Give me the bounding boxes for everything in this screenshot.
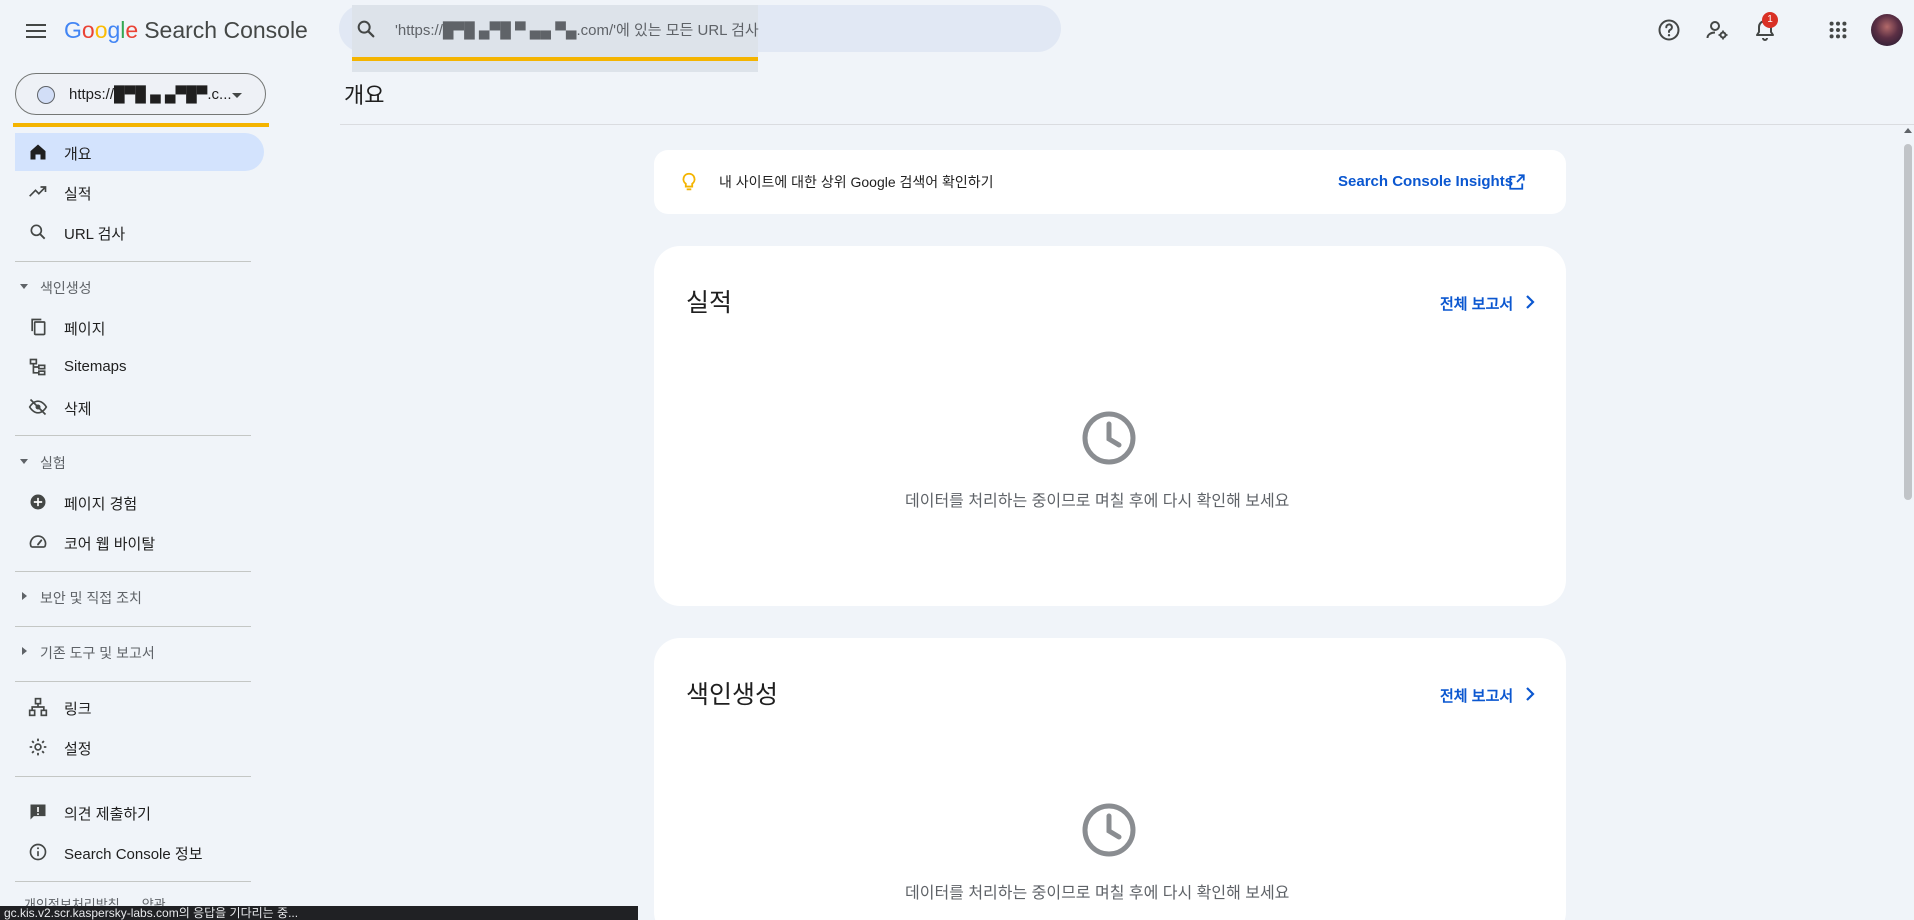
logo-letter: G bbox=[64, 17, 82, 43]
product-name: Search Console bbox=[144, 17, 308, 43]
add-circle-icon bbox=[30, 494, 46, 510]
search-focus-underline bbox=[352, 57, 758, 61]
search-console-insights-link[interactable]: Search Console Insights bbox=[1338, 173, 1513, 190]
processing-message: 데이터를 처리하는 중이므로 며칠 후에 다시 확인해 보세요 bbox=[905, 885, 1290, 902]
divider bbox=[15, 571, 251, 572]
help-icon[interactable] bbox=[1655, 16, 1683, 44]
logo-letter: g bbox=[107, 17, 121, 43]
divider bbox=[15, 261, 251, 262]
lightbulb-icon bbox=[682, 172, 696, 191]
sidebar-item-label: 개요 bbox=[64, 146, 92, 163]
sidebar-item-pages[interactable]: 페이지 bbox=[15, 308, 264, 346]
browser-status-bar: gc.kis.v2.scr.kaspersky-labs.com의 응답을 기다… bbox=[0, 906, 638, 920]
card-title: 색인생성 bbox=[686, 681, 779, 709]
sidebar-item-overview[interactable]: 개요 bbox=[15, 133, 264, 171]
sidebar-item-page-experience[interactable]: 페이지 경험 bbox=[15, 483, 264, 521]
sidebar-item-label: 설정 bbox=[64, 741, 92, 758]
account-avatar[interactable] bbox=[1871, 14, 1903, 46]
logo-letter: o bbox=[81, 17, 95, 43]
sidebar-item-settings[interactable]: 설정 bbox=[15, 728, 264, 766]
search-icon[interactable] bbox=[355, 18, 377, 40]
google-search-console-logo[interactable]: Google Search Console bbox=[64, 15, 308, 45]
links-icon bbox=[28, 697, 48, 717]
manage-users-icon[interactable] bbox=[1703, 16, 1731, 44]
feedback-icon bbox=[30, 804, 46, 820]
search-input[interactable]: 'https://█▀█ ▄▀█ ▀ ▄▄ ▀▄.com/'에 있는 모든 UR… bbox=[395, 19, 759, 40]
sidebar-item-label: 링크 bbox=[64, 701, 92, 718]
property-focus-underline bbox=[13, 123, 269, 127]
trending-up-icon bbox=[29, 186, 47, 197]
sidebar-item-label: 페이지 경험 bbox=[64, 496, 138, 513]
sidebar-item-label: 실적 bbox=[64, 186, 92, 203]
logo-letter: e bbox=[125, 17, 139, 43]
divider bbox=[15, 776, 251, 777]
scrollbar-thumb[interactable] bbox=[1904, 144, 1912, 500]
sidebar-item-links[interactable]: 링크 bbox=[15, 688, 264, 726]
full-report-link[interactable]: 전체 보고서 bbox=[1440, 685, 1513, 706]
expand-arrow-icon bbox=[22, 592, 27, 600]
sidebar-item-performance[interactable]: 실적 bbox=[15, 173, 264, 211]
sidebar-item-sitemaps[interactable]: Sitemaps bbox=[15, 348, 264, 386]
full-report-link[interactable]: 전체 보고서 bbox=[1440, 293, 1513, 314]
section-label: 실험 bbox=[40, 455, 66, 471]
search-icon bbox=[30, 224, 46, 240]
speed-icon bbox=[29, 535, 47, 548]
dropdown-arrow-icon[interactable] bbox=[232, 93, 242, 98]
divider bbox=[15, 881, 251, 882]
home-icon bbox=[30, 144, 46, 160]
sidebar-item-feedback[interactable]: 의견 제출하기 bbox=[15, 793, 264, 831]
chevron-right-icon[interactable] bbox=[1524, 295, 1536, 309]
sidebar-item-removals[interactable]: 삭제 bbox=[15, 388, 264, 426]
pages-icon bbox=[31, 318, 46, 336]
clock-icon bbox=[1082, 411, 1136, 465]
section-label: 색인생성 bbox=[40, 280, 92, 296]
sidebar-item-label: 삭제 bbox=[64, 401, 92, 418]
settings-icon bbox=[29, 738, 47, 756]
logo-letter: o bbox=[94, 17, 108, 43]
collapse-arrow-icon bbox=[20, 284, 28, 289]
open-in-new-icon[interactable] bbox=[1508, 173, 1526, 191]
sidebar-item-url-inspection[interactable]: URL 검사 bbox=[15, 213, 264, 251]
collapse-arrow-icon bbox=[20, 459, 28, 464]
info-icon bbox=[29, 843, 47, 861]
property-url[interactable]: https://█▀█ ▄ ▄▀█▀.c... bbox=[69, 86, 232, 103]
page-title: 개요 bbox=[344, 83, 385, 108]
sidebar-item-label: 코어 웹 바이탈 bbox=[64, 536, 156, 553]
scroll-up-arrow-icon[interactable] bbox=[1904, 128, 1912, 133]
sidebar-item-label: 페이지 bbox=[64, 321, 106, 338]
divider bbox=[15, 681, 251, 682]
menu-icon[interactable] bbox=[22, 17, 50, 45]
card-title: 실적 bbox=[686, 289, 733, 317]
section-label: 기존 도구 및 보고서 bbox=[40, 645, 155, 661]
removals-icon bbox=[28, 398, 48, 416]
sidebar-item-label: Search Console 정보 bbox=[64, 846, 203, 863]
indexing-card bbox=[654, 638, 1566, 920]
expand-arrow-icon bbox=[22, 647, 27, 655]
insights-banner-text: 내 사이트에 대한 상위 Google 검색어 확인하기 bbox=[719, 174, 994, 190]
divider bbox=[15, 435, 251, 436]
sitemap-icon bbox=[29, 358, 46, 376]
sidebar-item-core-web-vitals[interactable]: 코어 웹 바이탈 bbox=[15, 523, 264, 561]
sidebar-item-label: URL 검사 bbox=[64, 226, 126, 243]
divider bbox=[340, 124, 1914, 125]
sidebar-item-label: Sitemaps bbox=[64, 358, 127, 375]
apps-icon[interactable] bbox=[1824, 16, 1852, 44]
clock-icon bbox=[1082, 803, 1136, 857]
chevron-right-icon[interactable] bbox=[1524, 687, 1536, 701]
sidebar-item-label: 의견 제출하기 bbox=[64, 806, 151, 823]
divider bbox=[15, 626, 251, 627]
notification-badge: 1 bbox=[1762, 12, 1778, 28]
processing-message: 데이터를 처리하는 중이므로 며칠 후에 다시 확인해 보세요 bbox=[905, 493, 1290, 510]
globe-icon bbox=[37, 86, 55, 104]
section-label: 보안 및 직접 조치 bbox=[40, 590, 142, 606]
sidebar-item-about[interactable]: Search Console 정보 bbox=[15, 833, 264, 871]
